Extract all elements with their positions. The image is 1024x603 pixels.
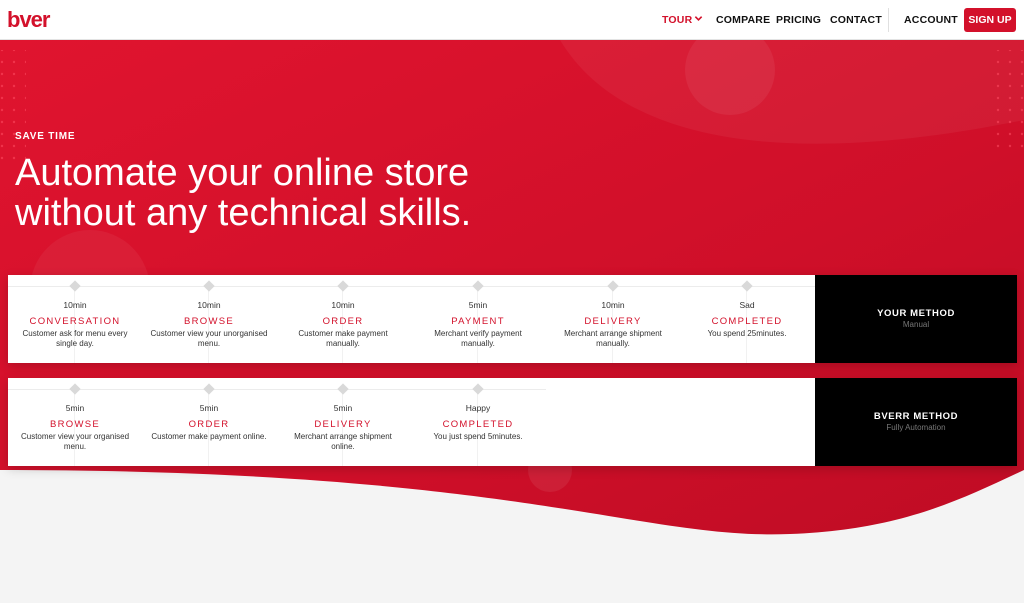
step-time: 5min [333, 403, 353, 413]
headline-line-2: without any technical skills. [15, 192, 472, 234]
step-desc: Merchant arrange shipment online. [294, 432, 392, 451]
step-title: COMPLETED [711, 316, 783, 327]
step-time: 5min [468, 300, 488, 310]
step-desc: Merchant arrange shipment manually. [564, 329, 662, 348]
nav-tour[interactable]: TOUR [662, 14, 692, 26]
step-title: BROWSE [183, 316, 235, 327]
step-title: ORDER [322, 316, 364, 327]
step-title: CONVERSATION [29, 316, 121, 327]
step-marker [203, 280, 215, 292]
method-title: BVERR METHOD [873, 411, 959, 422]
hero-eyebrow: SAVE TIME [15, 131, 76, 142]
step-marker [69, 280, 81, 292]
step-time: 10min [601, 300, 625, 310]
step-desc: Customer view your unorganised menu. [150, 329, 268, 348]
step-desc: Customer make payment manually. [298, 329, 388, 348]
step-desc: Customer ask for menu every single day. [22, 329, 128, 348]
step-delivery: 5min DELIVERY Merchant arrange shipment … [276, 378, 410, 466]
step-browse: 5min BROWSE Customer view your organised… [8, 378, 142, 466]
step-title: ORDER [188, 419, 230, 430]
step-marker [337, 383, 349, 395]
step-title: COMPLETED [442, 419, 514, 430]
your-method-panel: 10min CONVERSATION Customer ask for menu… [8, 275, 1017, 363]
step-marker [607, 280, 619, 292]
bver-logo[interactable]: bver [7, 7, 51, 33]
step-marker [69, 383, 81, 395]
step-order: 5min ORDER Customer make payment online. [142, 378, 276, 466]
account-link[interactable]: ACCOUNT [904, 14, 958, 26]
headline-line-1: Automate your online store [15, 152, 470, 194]
step-desc: You just spend 5minutes. [433, 432, 523, 441]
step-delivery: 10min DELIVERY Merchant arrange shipment… [546, 275, 680, 363]
step-browse: 10min BROWSE Customer view your unorgani… [142, 275, 276, 363]
hero-headline: Automate your online store without any t… [15, 153, 471, 233]
step-time: Sad [739, 300, 755, 310]
nav-compare[interactable]: COMPARE [716, 14, 770, 26]
nav-pricing[interactable]: PRICING [776, 14, 821, 26]
step-title: DELIVERY [314, 419, 372, 430]
step-time: 10min [331, 300, 355, 310]
svg-text:bver: bver [7, 7, 51, 32]
step-marker [203, 383, 215, 395]
chevron-down-icon[interactable] [694, 14, 703, 23]
step-title: DELIVERY [584, 316, 642, 327]
bverr-method-panel: 5min BROWSE Customer view your organised… [8, 378, 1017, 466]
step-desc: Customer make payment online. [151, 432, 267, 441]
step-conversation: 10min CONVERSATION Customer ask for menu… [8, 275, 142, 363]
step-title: PAYMENT [451, 316, 505, 327]
step-marker [741, 280, 753, 292]
step-payment: 5min PAYMENT Merchant verify payment man… [411, 275, 545, 363]
bverr-method-label: BVERR METHOD Fully Automation [815, 378, 1017, 466]
nav-divider [888, 8, 889, 32]
step-marker [337, 280, 349, 292]
step-title: BROWSE [49, 419, 101, 430]
step-desc: Merchant verify payment manually. [434, 329, 522, 348]
method-subtitle: Fully Automation [886, 423, 946, 432]
navbar: bver TOUR COMPARE PRICING CONTACT ACCOUN… [0, 0, 1024, 40]
step-time: 5min [199, 403, 219, 413]
step-completed: Happy COMPLETED You just spend 5minutes. [411, 378, 545, 466]
step-desc: Customer view your organised menu. [20, 432, 130, 451]
step-desc: You spend 25minutes. [707, 329, 787, 338]
signup-button[interactable]: SIGN UP [964, 8, 1016, 32]
step-marker [472, 383, 484, 395]
your-method-label: YOUR METHOD Manual [815, 275, 1017, 363]
step-time: 10min [63, 300, 87, 310]
step-order: 10min ORDER Customer make payment manual… [276, 275, 410, 363]
step-marker [472, 280, 484, 292]
step-time: Happy [465, 403, 491, 413]
method-subtitle: Manual [902, 320, 930, 329]
step-completed: Sad COMPLETED You spend 25minutes. [680, 275, 814, 363]
nav-contact[interactable]: CONTACT [830, 14, 882, 26]
method-title: YOUR METHOD [877, 308, 955, 319]
step-time: 10min [197, 300, 221, 310]
step-time: 5min [65, 403, 85, 413]
